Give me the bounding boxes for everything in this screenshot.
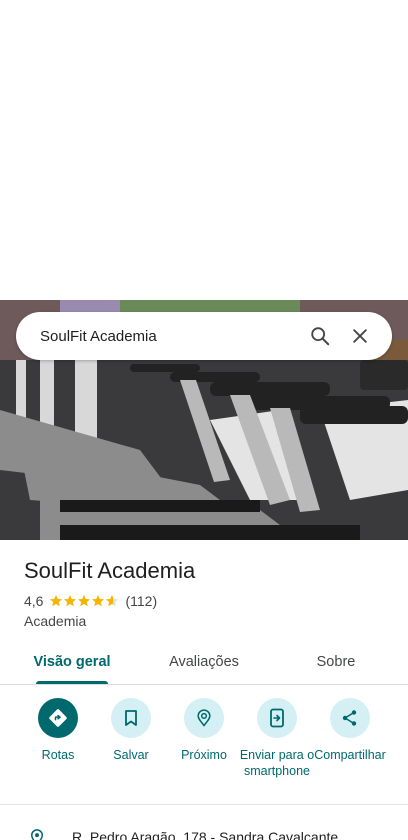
save-label: Salvar <box>113 748 149 762</box>
place-title: SoulFit Academia <box>24 558 196 583</box>
location-pin-icon <box>28 828 46 840</box>
share-icon <box>330 698 370 738</box>
send-to-phone-label: Enviar para o smartphone <box>239 748 315 778</box>
star-icon <box>50 595 63 607</box>
bookmark-icon <box>111 698 151 738</box>
star-rating <box>49 594 119 608</box>
search-bar[interactable]: SoulFit Academia <box>16 312 392 360</box>
rating-value: 4,6 <box>24 593 44 609</box>
section-divider <box>0 804 408 805</box>
place-category: Academia <box>24 613 87 629</box>
tab-reviews[interactable]: Avaliações <box>156 640 252 684</box>
directions-button[interactable]: Rotas <box>18 698 98 763</box>
search-icon[interactable] <box>300 316 340 356</box>
share-label: Compartilhar <box>314 748 386 762</box>
save-button[interactable]: Salvar <box>91 698 171 763</box>
tab-about[interactable]: Sobre <box>288 640 384 684</box>
nearby-button[interactable]: Próximo <box>164 698 244 763</box>
close-icon[interactable] <box>340 316 380 356</box>
action-bar: Rotas Salvar Próximo Enviar para o smart… <box>0 698 408 798</box>
star-icon <box>92 595 105 607</box>
nearby-label: Próximo <box>181 748 227 762</box>
address-text: R. Pedro Aragão, 178 - Sandra Cavalcante <box>72 829 339 840</box>
nearby-icon <box>184 698 224 738</box>
star-icon <box>78 595 91 607</box>
tab-bar: Visão geral Avaliações Sobre <box>0 640 408 685</box>
map-area-blank <box>0 0 408 300</box>
star-icon <box>64 595 77 607</box>
send-to-phone-button[interactable]: Enviar para o smartphone <box>237 698 317 779</box>
search-input[interactable]: SoulFit Academia <box>40 328 300 345</box>
share-button[interactable]: Compartilhar <box>310 698 390 763</box>
send-to-phone-icon <box>257 698 297 738</box>
rating-row[interactable]: 4,6 (112) <box>24 593 157 609</box>
tab-indicator <box>36 681 108 684</box>
address-row[interactable]: R. Pedro Aragão, 178 - Sandra Cavalcante <box>0 826 408 840</box>
directions-label: Rotas <box>41 748 75 762</box>
half-star-icon <box>106 595 119 607</box>
tab-overview[interactable]: Visão geral <box>24 640 120 684</box>
review-count: (112) <box>125 593 158 609</box>
directions-icon <box>38 698 78 738</box>
